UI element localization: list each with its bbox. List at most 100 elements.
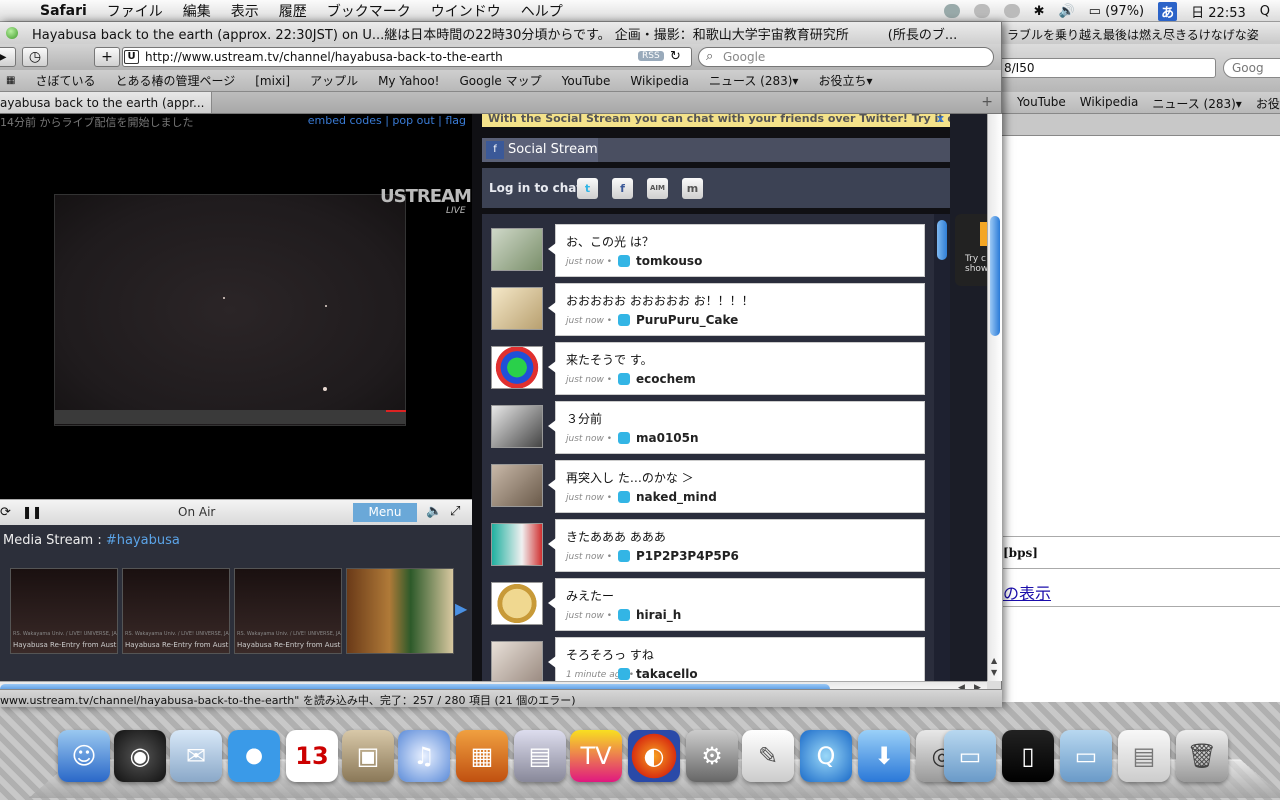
media-thumbnail[interactable]: RS. Wakayama Univ. / LIVE! UNIVERSE, JAP… [122,568,230,654]
scroll-down-arrow-icon[interactable]: ▼ [991,668,997,677]
bookmark-item[interactable]: ニュース (283)▾ [709,72,799,89]
scroll-up-arrow-icon[interactable]: ▲ [991,656,997,665]
folder-icon[interactable]: ▭ [1060,730,1112,782]
back-browser-window[interactable]: ラブルを乗り越え最後は燃え尽きるけなげな姿 8/I50 Goog YouTube… [960,22,1280,702]
avatar[interactable] [491,582,543,625]
clock[interactable]: 日 22:53 [1191,2,1246,21]
bookmark-item[interactable]: Google マップ [459,72,541,89]
wifi-icon[interactable] [973,4,990,18]
bookmark-item[interactable]: とある椿の管理ページ [115,72,235,89]
phone-icon[interactable]: ▯ [1002,730,1054,782]
document-icon[interactable]: ✎ [742,730,794,782]
menu-help[interactable]: ヘルプ [511,1,573,21]
avatar[interactable] [491,287,543,330]
back-bookmark-item[interactable]: YouTube [1017,95,1066,113]
aim-login-icon[interactable]: AIM [647,178,668,199]
system-preferences-icon[interactable]: ⚙ [686,730,738,782]
message-user[interactable]: naked_mind [636,490,717,504]
search-input[interactable]: Google [698,47,994,67]
finder-icon[interactable]: ☺ [58,730,110,782]
rss-badge[interactable]: RSS [638,51,664,61]
preview-icon[interactable]: ▣ [342,730,394,782]
dashboard-icon[interactable]: ◉ [114,730,166,782]
bookmark-item[interactable]: さぼている [35,72,95,89]
volume-icon[interactable]: 🔊 [1058,4,1074,19]
iphoto-icon[interactable]: ▦ [456,730,508,782]
menu-file[interactable]: ファイル [97,1,173,21]
trash-icon[interactable]: 🗑 [1176,730,1228,782]
message-user[interactable]: tomkouso [636,254,702,268]
safari-icon[interactable]: ⊕ [228,730,280,782]
menu-app-name[interactable]: Safari [30,3,97,19]
spotlight-icon[interactable]: Q [1260,4,1270,19]
window-titlebar[interactable]: Hayabusa back to the earth (approx. 22:3… [0,22,1001,44]
menu-edit[interactable]: 編集 [173,1,221,21]
bookmarks-grid-icon[interactable]: ▦ [6,75,15,86]
message-user[interactable]: ecochem [636,372,696,386]
embed-links[interactable]: embed codes | pop out | flag [308,114,466,127]
forward-button[interactable]: ▸ [0,47,16,67]
reload-icon[interactable]: ↻ [670,49,681,64]
tab-social-stream[interactable]: f Social Stream [482,138,598,162]
avatar[interactable] [491,228,543,271]
video-player[interactable]: 14分前 からライブ配信を開始しました embed codes | pop ou… [0,114,472,499]
avatar[interactable] [491,523,543,566]
reload-stream-icon[interactable]: ⟳ [0,505,11,520]
input-method-icon[interactable]: あ [1158,1,1178,21]
menu-window[interactable]: ウインドウ [421,1,511,21]
fullscreen-icon[interactable]: ⤢ [450,504,460,519]
menu-bookmarks[interactable]: ブックマーク [317,1,421,21]
drive-icon[interactable]: ▤ [1118,730,1170,782]
message-user[interactable]: ma0105n [636,431,699,445]
chat-scrollbar[interactable] [934,214,950,681]
menu-view[interactable]: 表示 [221,1,269,21]
time-machine-icon[interactable] [1003,4,1020,18]
zoom-button-icon[interactable] [6,27,18,39]
firefox-icon[interactable]: ◐ [628,730,680,782]
history-button[interactable]: ◷ [22,47,48,67]
mail-icon[interactable]: ✉ [170,730,222,782]
avatar[interactable] [491,346,543,389]
player-menu-button[interactable]: Menu [353,503,417,522]
message-user[interactable]: hirai_h [636,608,681,622]
bookmark-item[interactable]: [mixi] [255,74,290,88]
next-arrow-icon[interactable]: ▶ [455,599,467,618]
battery-status[interactable]: ▭ (97%) [1089,4,1144,19]
downloads-icon[interactable]: ⬇ [858,730,910,782]
ical-icon[interactable]: 13 [286,730,338,782]
itunes-icon[interactable]: ♫ [398,730,450,782]
avatar[interactable] [491,405,543,448]
back-bookmark-item[interactable]: Wikipedia [1080,95,1139,113]
add-bookmark-button[interactable]: + [94,47,120,67]
media-stream-tag[interactable]: #hayabusa [106,533,180,548]
video-progress-bar[interactable] [54,410,406,424]
tab-hayabusa[interactable]: ayabusa back to the earth (appr... [0,92,212,113]
message-user[interactable]: takacello [636,667,698,681]
media-thumbnail[interactable] [346,568,454,654]
volume-icon[interactable]: 🔈 [426,504,442,519]
message-user[interactable]: P1P2P3P4P5P6 [636,549,739,563]
media-thumbnail[interactable]: RS. Wakayama Univ. / LIVE! UNIVERSE, JAP… [10,568,118,654]
url-field[interactable]: http://www.ustream.tv/channel/hayabusa-b… [122,47,692,67]
back-bookmark-item[interactable]: お役立 [1256,95,1280,113]
avatar[interactable] [491,464,543,507]
bookmark-item[interactable]: My Yahoo! [378,74,439,88]
vertical-scrollbar[interactable]: ▲ ▼ [987,114,1002,681]
myspace-login-icon[interactable]: m [682,178,703,199]
new-tab-icon[interactable]: + [981,94,993,110]
vertical-scroll-thumb[interactable] [990,216,1000,336]
folder-icon[interactable]: ▭ [944,730,996,782]
media-thumbnail[interactable]: RS. Wakayama Univ. / LIVE! UNIVERSE, JAP… [234,568,342,654]
bluetooth-icon[interactable]: ✱ [1034,4,1045,19]
bookmark-item[interactable]: アップル [310,72,358,89]
sync-icon[interactable] [943,4,960,18]
quicktime-icon[interactable]: Q [800,730,852,782]
pause-icon[interactable]: ❚❚ [22,505,42,519]
video-frame[interactable] [54,194,406,426]
safari-window[interactable]: Hayabusa back to the earth (approx. 22:3… [0,22,1002,707]
back-bookmark-item[interactable]: ニュース (283)▾ [1152,95,1242,113]
twitter-login-icon[interactable]: t [577,178,598,199]
chat-scroll-thumb[interactable] [937,220,947,260]
bookmark-item[interactable]: Wikipedia [630,74,689,88]
menu-history[interactable]: 履歴 [269,1,317,21]
